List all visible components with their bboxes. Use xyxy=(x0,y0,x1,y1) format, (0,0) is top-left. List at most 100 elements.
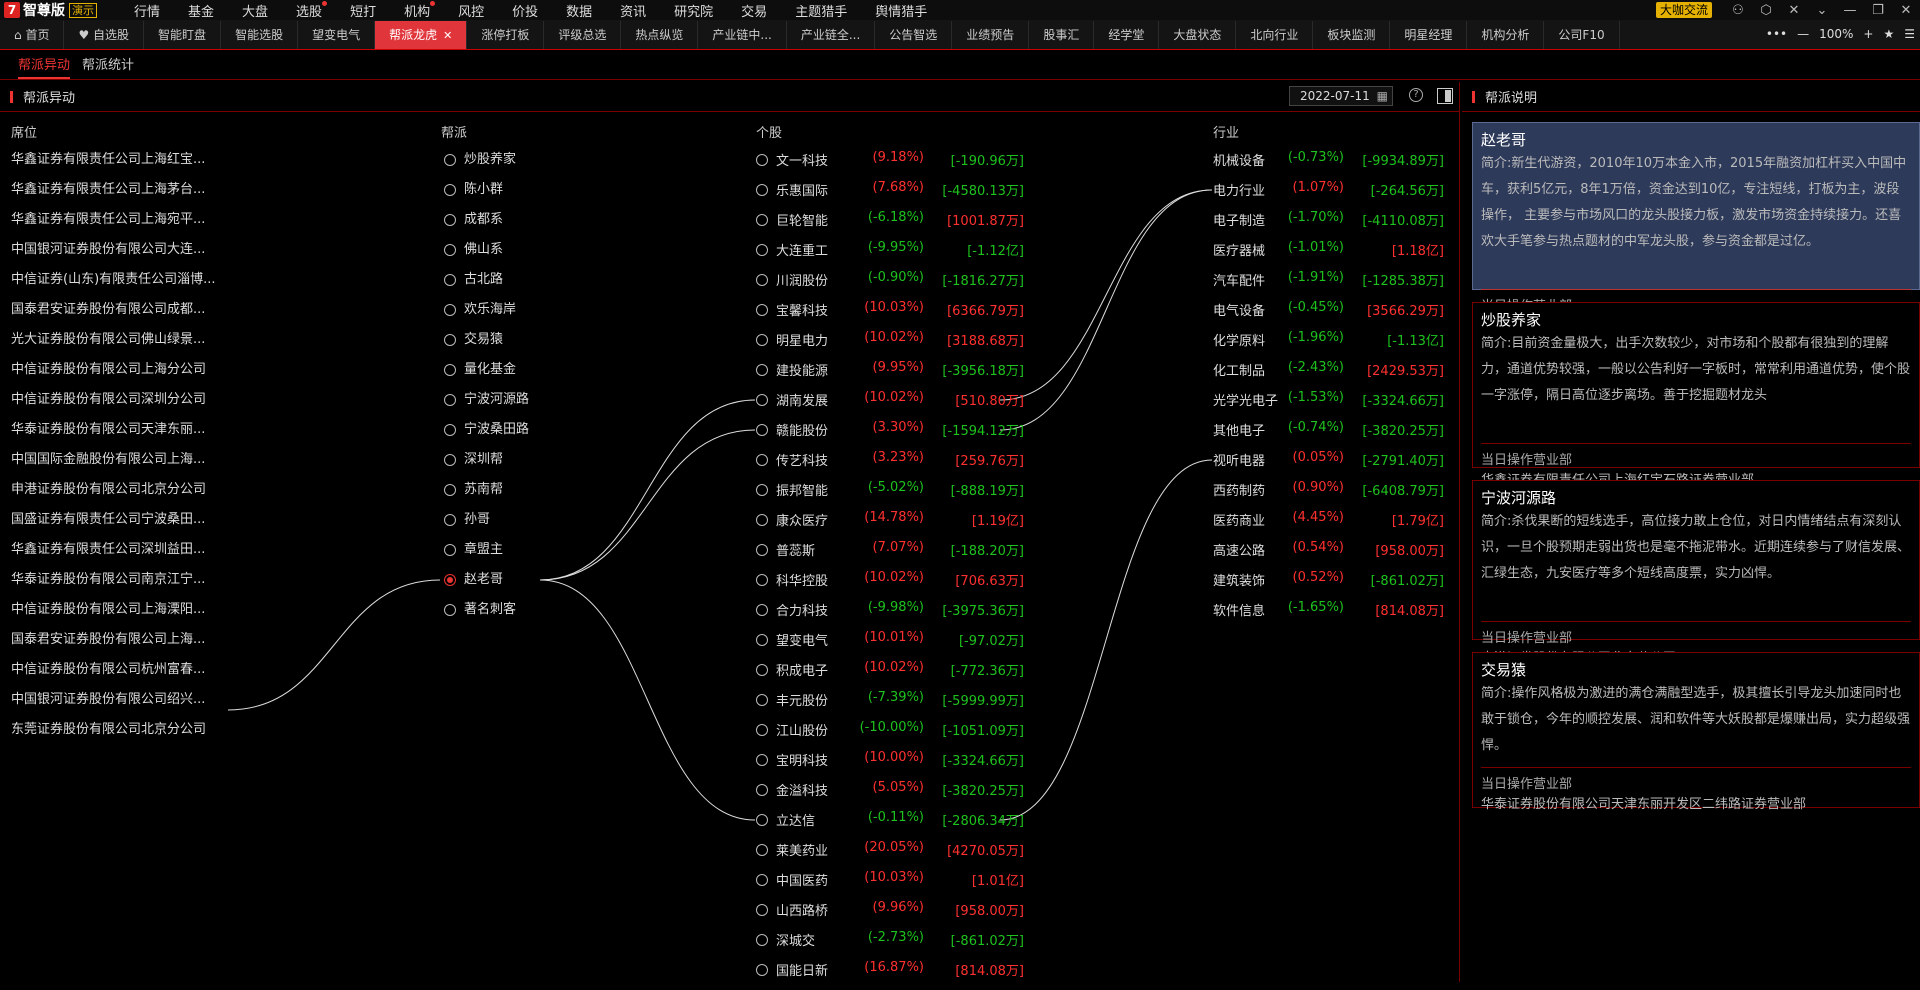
zoom-in-icon[interactable]: + xyxy=(1863,27,1873,41)
stock-row[interactable]: 丰元股份 (-7.39%) [-5999.99万] xyxy=(756,690,1024,720)
calendar-icon[interactable]: ▦ xyxy=(1377,87,1388,105)
industry-row[interactable]: 光学光电子 (-1.53%) [-3324.66万] xyxy=(1213,390,1444,420)
menu-item[interactable]: 交易 xyxy=(741,1,767,20)
radio-button[interactable] xyxy=(756,754,768,766)
radio-button[interactable] xyxy=(444,424,456,436)
settings-icon[interactable]: ⬡ xyxy=(1752,3,1780,18)
tab-item[interactable]: 望变电气 xyxy=(298,20,376,49)
faction-item[interactable]: 成都系 xyxy=(444,210,529,240)
radio-button[interactable] xyxy=(444,574,456,586)
faction-item[interactable]: 交易猿 xyxy=(444,330,529,360)
industry-row[interactable]: 建筑装饰 (0.52%) [-861.02万] xyxy=(1213,570,1444,600)
radio-button[interactable] xyxy=(756,904,768,916)
radio-button[interactable] xyxy=(756,964,768,976)
radio-button[interactable] xyxy=(756,184,768,196)
tab-item[interactable]: 公告智选 xyxy=(875,20,953,49)
seat-item[interactable]: 中国银河证券股份有限公司绍兴... xyxy=(11,690,226,720)
industry-row[interactable]: 化工制品 (-2.43%) [2429.53万] xyxy=(1213,360,1444,390)
help-icon[interactable]: ? xyxy=(1409,88,1423,102)
zoom-out-icon[interactable]: — xyxy=(1797,27,1809,41)
stock-row[interactable]: 合力科技 (-9.98%) [-3975.36万] xyxy=(756,600,1024,630)
radio-button[interactable] xyxy=(756,514,768,526)
radio-button[interactable] xyxy=(756,664,768,676)
tab-item[interactable]: 产业链全... xyxy=(787,20,876,49)
menu-item[interactable]: 风控 xyxy=(458,1,484,20)
industry-row[interactable]: 软件信息 (-1.65%) [814.08万] xyxy=(1213,600,1444,630)
radio-button[interactable] xyxy=(756,304,768,316)
stock-row[interactable]: 康众医疗 (14.78%) [1.19亿] xyxy=(756,510,1024,540)
tab-item[interactable]: 机构分析 xyxy=(1467,20,1545,49)
tab-item[interactable]: 涨停打板 xyxy=(467,20,545,49)
radio-button[interactable] xyxy=(444,544,456,556)
subtab-faction-stats[interactable]: 帮派统计 xyxy=(82,53,134,79)
faction-item[interactable]: 量化基金 xyxy=(444,360,529,390)
radio-button[interactable] xyxy=(756,154,768,166)
stock-row[interactable]: 中国医药 (10.03%) [1.01亿] xyxy=(756,870,1024,900)
menu-item[interactable]: 舆情猎手 xyxy=(875,1,927,20)
seat-item[interactable]: 中国银河证券股份有限公司大连... xyxy=(11,240,226,270)
radio-button[interactable] xyxy=(756,934,768,946)
radio-button[interactable] xyxy=(756,694,768,706)
radio-button[interactable] xyxy=(756,484,768,496)
radio-button[interactable] xyxy=(756,844,768,856)
radio-button[interactable] xyxy=(756,334,768,346)
seat-item[interactable]: 华泰证券股份有限公司南京江宁... xyxy=(11,570,226,600)
promo-button[interactable]: 大咖交流 xyxy=(1655,2,1712,18)
faction-card[interactable]: 交易猿 简介:操作风格极为激进的满仓满融型选手，极其擅长引导龙头加速同时也敢于锁仓… xyxy=(1472,652,1920,812)
layout-icon[interactable]: ☰ xyxy=(1904,27,1915,41)
faction-item[interactable]: 深圳帮 xyxy=(444,450,529,480)
stock-row[interactable]: 江山股份 (-10.00%) [-1051.09万] xyxy=(756,720,1024,750)
radio-button[interactable] xyxy=(444,154,456,166)
faction-card[interactable]: 宁波河源路 简介:杀伐果断的短线选手，高位接力敢上仓位，对日内情绪结点有深刻认识，… xyxy=(1472,480,1920,666)
stock-row[interactable]: 望变电气 (10.01%) [-97.02万] xyxy=(756,630,1024,660)
radio-button[interactable] xyxy=(756,424,768,436)
radio-button[interactable] xyxy=(756,394,768,406)
tab-item[interactable]: 股事汇 xyxy=(1029,20,1095,49)
faction-item[interactable]: 欢乐海岸 xyxy=(444,300,529,330)
radio-button[interactable] xyxy=(756,634,768,646)
seat-item[interactable]: 国泰君安证券股份有限公司上海... xyxy=(11,630,226,660)
stock-row[interactable]: 建投能源 (9.95%) [-3956.18万] xyxy=(756,360,1024,390)
radio-button[interactable] xyxy=(444,514,456,526)
stock-row[interactable]: 积成电子 (10.02%) [-772.36万] xyxy=(756,660,1024,690)
industry-row[interactable]: 医疗器械 (-1.01%) [1.18亿] xyxy=(1213,240,1444,270)
radio-button[interactable] xyxy=(756,724,768,736)
menu-item[interactable]: 数据 xyxy=(566,1,592,20)
tab-item[interactable]: 热点纵览 xyxy=(621,20,699,49)
radio-button[interactable] xyxy=(756,604,768,616)
seat-item[interactable]: 中信证券股份有限公司上海溧阳... xyxy=(11,600,226,630)
radio-button[interactable] xyxy=(756,814,768,826)
close-tab-icon[interactable]: ✕ xyxy=(443,29,452,42)
stock-row[interactable]: 金溢科技 (5.05%) [-3820.25万] xyxy=(756,780,1024,810)
faction-item[interactable]: 炒股养家 xyxy=(444,150,529,180)
industry-row[interactable]: 机械设备 (-0.73%) [-9934.89万] xyxy=(1213,150,1444,180)
menu-item[interactable]: 主题猎手 xyxy=(795,1,847,20)
seat-item[interactable]: 华鑫证券有限责任公司上海宛平... xyxy=(11,210,226,240)
menu-item[interactable]: 短打 xyxy=(350,1,376,20)
stock-row[interactable]: 湖南发展 (10.02%) [510.80万] xyxy=(756,390,1024,420)
seat-item[interactable]: 国泰君安证券股份有限公司成都... xyxy=(11,300,226,330)
seat-item[interactable]: 中信证券股份有限公司杭州富春... xyxy=(11,660,226,690)
tools-icon[interactable]: ✕ xyxy=(1780,3,1808,18)
radio-button[interactable] xyxy=(444,364,456,376)
stock-row[interactable]: 莱美药业 (20.05%) [4270.05万] xyxy=(756,840,1024,870)
stock-row[interactable]: 乐惠国际 (7.68%) [-4580.13万] xyxy=(756,180,1024,210)
menu-item[interactable]: 行情 xyxy=(134,1,160,20)
radio-button[interactable] xyxy=(756,274,768,286)
user-icon[interactable]: ⚇ xyxy=(1724,3,1752,18)
tab-item[interactable]: 帮派龙虎 ✕ xyxy=(375,20,468,49)
industry-row[interactable]: 高速公路 (0.54%) [958.00万] xyxy=(1213,540,1444,570)
more-icon[interactable]: ••• xyxy=(1766,27,1787,41)
faction-item[interactable]: 章盟主 xyxy=(444,540,529,570)
stock-row[interactable]: 文一科技 (9.18%) [-190.96万] xyxy=(756,150,1024,180)
industry-row[interactable]: 西药制药 (0.90%) [-6408.79万] xyxy=(1213,480,1444,510)
industry-row[interactable]: 视听电器 (0.05%) [-2791.40万] xyxy=(1213,450,1444,480)
radio-button[interactable] xyxy=(444,604,456,616)
radio-button[interactable] xyxy=(444,214,456,226)
faction-card[interactable]: 炒股养家 简介:目前资金量极大，出手次数较少，对市场和个股都有很独到的理解力，通道… xyxy=(1472,302,1920,522)
radio-button[interactable] xyxy=(756,784,768,796)
faction-item[interactable]: 著名刺客 xyxy=(444,600,529,630)
tab-item[interactable]: 经学堂 xyxy=(1094,20,1160,49)
radio-button[interactable] xyxy=(444,394,456,406)
subtab-faction-moves[interactable]: 帮派异动 xyxy=(18,53,71,79)
